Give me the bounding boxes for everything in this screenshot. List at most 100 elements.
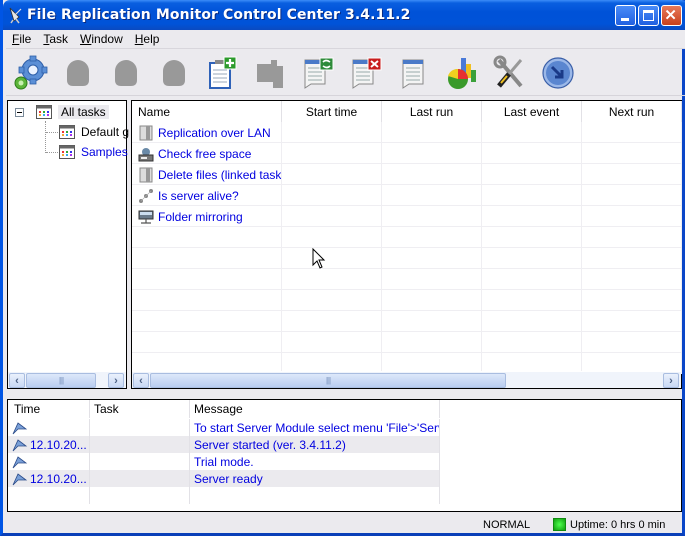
- tree-expand-toggle[interactable]: [15, 108, 24, 117]
- scroll-right-button[interactable]: ›: [663, 373, 679, 388]
- network-folder-icon: [138, 210, 154, 224]
- menu-window-label: indow: [91, 32, 123, 46]
- task-next-run: [582, 164, 682, 185]
- tree-item-label: Default g: [81, 125, 130, 139]
- column-header-start-time[interactable]: Start time: [282, 101, 382, 122]
- settings-button[interactable]: [6, 51, 54, 95]
- tree-item-all-tasks[interactable]: All tasks: [36, 102, 109, 122]
- minus-icon: [17, 112, 22, 113]
- chevron-left-icon: ‹: [139, 374, 143, 387]
- chart-icon: [448, 57, 476, 89]
- column-header-last-event[interactable]: Last event: [482, 101, 582, 122]
- task-last-event: [482, 185, 582, 206]
- task-list: Name Start time Last run Last event Next…: [131, 100, 682, 389]
- event-log: Time Task Message To start Server Module…: [7, 399, 682, 512]
- task-last-event: [482, 122, 582, 143]
- task-row[interactable]: Check free space: [132, 143, 682, 164]
- statistics-button[interactable]: [438, 51, 486, 95]
- ping-icon: [139, 188, 153, 203]
- log-row[interactable]: Trial mode.: [8, 453, 440, 470]
- title-bar[interactable]: File Replication Monitor Control Center …: [3, 0, 685, 30]
- new-task-button[interactable]: [198, 51, 246, 95]
- column-header-message[interactable]: Message: [190, 400, 440, 418]
- flag-icon: [12, 421, 28, 434]
- task-last-run: [382, 164, 482, 185]
- column-header-next-run[interactable]: Next run: [582, 101, 682, 122]
- tree-horizontal-scrollbar[interactable]: ‹ |||| ›: [8, 371, 126, 388]
- log-message: Server started (ver. 3.4.11.2): [190, 436, 440, 453]
- task-name[interactable]: Replication over LAN: [158, 126, 271, 140]
- log-time: 12.10.20...: [30, 471, 87, 486]
- disabled-circle-icon: [163, 59, 185, 86]
- column-header-name[interactable]: Name: [132, 101, 282, 122]
- task-last-event: [482, 143, 582, 164]
- scroll-right-button[interactable]: ›: [108, 373, 124, 388]
- task-name[interactable]: Folder mirroring: [158, 210, 243, 224]
- menu-task[interactable]: Task: [37, 32, 74, 46]
- log-row[interactable]: To start Server Module select menu 'File…: [8, 419, 440, 436]
- exit-button[interactable]: [534, 51, 582, 95]
- log-row[interactable]: 12.10.20... Server started (ver. 3.4.11.…: [8, 436, 440, 453]
- column-header-time[interactable]: Time: [8, 400, 90, 418]
- scroll-thumb[interactable]: ||||: [150, 373, 506, 388]
- refresh-task-button[interactable]: [294, 51, 342, 95]
- task-row[interactable]: Folder mirroring: [132, 206, 682, 227]
- disabled-circle-icon: [67, 59, 89, 86]
- task-group-tree: All tasks Default g Samples ‹ |||| ›: [7, 100, 129, 389]
- disabled-button-1[interactable]: [54, 51, 102, 95]
- task-start-time: [282, 122, 382, 143]
- task-start-time: [282, 185, 382, 206]
- empty-log-row: [8, 487, 440, 504]
- column-header-task[interactable]: Task: [90, 400, 190, 418]
- document-delete-icon: [352, 57, 382, 89]
- disabled-button-2[interactable]: [102, 51, 150, 95]
- task-last-run: [382, 143, 482, 164]
- tree-item-label: All tasks: [58, 105, 109, 119]
- toolbar: [6, 50, 685, 96]
- menu-window[interactable]: Window: [74, 32, 129, 46]
- task-row[interactable]: Is server alive?: [132, 185, 682, 206]
- disk-check-icon: [138, 147, 154, 161]
- tree-item-samples[interactable]: Samples: [59, 142, 128, 162]
- chevron-right-icon: ›: [114, 374, 118, 387]
- flag-icon: [12, 472, 28, 485]
- chevron-right-icon: ›: [669, 374, 673, 387]
- task-name[interactable]: Delete files (linked task): [158, 168, 281, 182]
- task-list-horizontal-scrollbar[interactable]: ‹ |||| ›: [132, 371, 681, 388]
- minimize-button[interactable]: [615, 5, 636, 26]
- log-message: Server ready: [190, 470, 440, 487]
- status-uptime: Uptime: 0 hrs 0 min: [570, 519, 666, 531]
- task-name[interactable]: Is server alive?: [158, 189, 239, 203]
- task-start-time: [282, 206, 382, 227]
- close-button[interactable]: [661, 5, 682, 26]
- menu-file[interactable]: File: [6, 32, 37, 46]
- tools-button[interactable]: [486, 51, 534, 95]
- empty-row: [132, 269, 682, 290]
- delete-task-button[interactable]: [342, 51, 390, 95]
- task-row[interactable]: Delete files (linked task): [132, 164, 682, 185]
- task-name[interactable]: Check free space: [158, 147, 251, 161]
- menu-help-label: elp: [143, 32, 160, 46]
- scroll-left-button[interactable]: ‹: [133, 373, 149, 388]
- scroll-thumb[interactable]: ||||: [26, 373, 96, 388]
- column-header-last-run[interactable]: Last run: [382, 101, 482, 122]
- maximize-button[interactable]: [638, 5, 659, 26]
- empty-row: [132, 311, 682, 332]
- task-properties-button[interactable]: [390, 51, 438, 95]
- menu-task-label: ask: [49, 32, 69, 46]
- scroll-left-button[interactable]: ‹: [9, 373, 25, 388]
- tree-item-default-group[interactable]: Default g: [59, 122, 129, 142]
- status-bar: NORMAL Uptime: 0 hrs 0 min: [6, 515, 685, 533]
- close-icon: [665, 9, 676, 20]
- tree-line: [45, 121, 46, 153]
- disabled-button-3[interactable]: [150, 51, 198, 95]
- log-row[interactable]: 12.10.20... Server ready: [8, 470, 440, 487]
- menu-window-mnemonic: W: [80, 32, 92, 46]
- chevron-left-icon: ‹: [15, 374, 19, 387]
- empty-row: [132, 290, 682, 311]
- menu-help[interactable]: Help: [129, 32, 166, 46]
- disabled-clipboard-icon: [257, 59, 283, 88]
- disabled-button-4[interactable]: [246, 51, 294, 95]
- app-window: File Replication Monitor Control Center …: [0, 0, 685, 536]
- task-row[interactable]: Replication over LAN: [132, 122, 682, 143]
